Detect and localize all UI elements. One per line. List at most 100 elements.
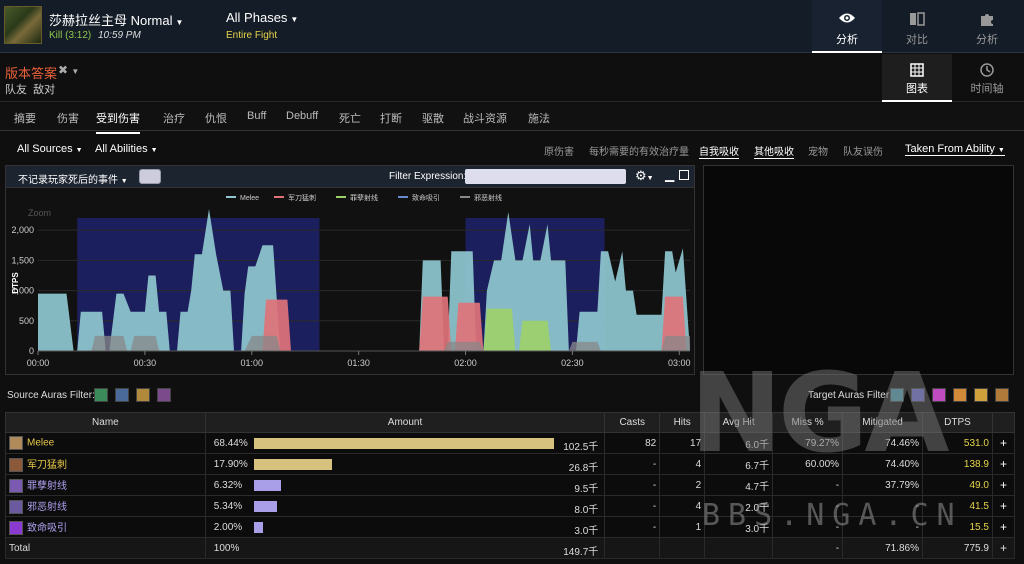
ignore-after-death-label: 不记录玩家死后的事件 — [18, 175, 118, 186]
kill-time: 10:59 PM — [98, 30, 141, 41]
legend-label: 军刀猛刺 — [288, 193, 316, 202]
row-hits: 1 — [659, 516, 706, 538]
option-friendly-fire[interactable]: 队友误伤 — [843, 143, 883, 158]
row-name[interactable]: 致命吸引 — [27, 523, 67, 534]
row-pct: 17.90% — [213, 459, 248, 470]
aura-icon[interactable] — [911, 388, 925, 402]
chevron-down-icon[interactable]: ▼ — [71, 67, 79, 76]
view-chart[interactable]: 图表 — [882, 54, 952, 102]
tab-debuffs[interactable]: Debuff — [286, 110, 318, 122]
row-name-cell[interactable]: 邪恶射线 — [5, 495, 206, 517]
gear-icon[interactable]: ⚙▼ — [635, 168, 654, 184]
table-row[interactable]: 罪孽射线 6.32% 9.5千 -2 4.7千 -37.79% 49.0 + — [5, 474, 1016, 496]
aura-icon[interactable] — [157, 388, 171, 402]
col-dtps[interactable]: DTPS — [922, 412, 993, 433]
expand-icon[interactable]: + — [991, 453, 1016, 475]
expand-icon[interactable]: + — [991, 516, 1016, 538]
tab-interrupts[interactable]: 打断 — [380, 110, 402, 126]
expand-icon[interactable]: + — [991, 495, 1016, 517]
aura-icon[interactable] — [995, 388, 1009, 402]
aura-icon[interactable] — [115, 388, 129, 402]
row-name[interactable]: 军刀猛刺 — [27, 460, 67, 471]
view-timeline[interactable]: 时间轴 — [952, 54, 1022, 102]
aura-icon[interactable] — [136, 388, 150, 402]
filter-hostile[interactable]: 敌对 — [33, 84, 55, 96]
row-amount-cell: 5.34% 8.0千 — [204, 495, 606, 517]
tab-healing[interactable]: 治疗 — [163, 110, 185, 126]
tab-resources[interactable]: 战斗资源 — [463, 110, 507, 126]
col-avg-hit[interactable]: Avg Hit — [704, 412, 774, 433]
view-chart-label: 图表 — [906, 83, 928, 95]
boss-selector[interactable]: 莎赫拉丝主母 Normal ▼ — [49, 10, 183, 29]
total-miss: - — [772, 537, 844, 559]
option-self-absorb[interactable]: 自我吸收 — [699, 143, 739, 159]
expand-icon[interactable]: + — [991, 537, 1016, 559]
filter-friendly[interactable]: 队友 — [5, 84, 27, 96]
tab-deaths[interactable]: 死亡 — [339, 110, 361, 126]
row-name-cell[interactable]: Melee — [5, 432, 206, 454]
minimize-icon[interactable]: ▁ — [665, 168, 674, 182]
dtps-chart[interactable]: Zoom05001,0001,5002,000DTPS00:00 00:30 01:… — [6, 188, 694, 375]
version-controls[interactable]: ✖ ▼ — [58, 63, 79, 77]
spell-icon — [9, 500, 23, 515]
ignore-after-death-dropdown[interactable]: 不记录玩家死后的事件 ▼ — [18, 171, 128, 186]
maximize-icon[interactable] — [679, 170, 689, 180]
col-name[interactable]: Name — [5, 412, 206, 433]
row-amount-cell: 6.32% 9.5千 — [204, 474, 606, 496]
filter-expression-input[interactable] — [465, 169, 626, 184]
abilities-dropdown[interactable]: All Abilities ▼ — [95, 143, 158, 155]
tab-buffs[interactable]: Buff — [247, 110, 266, 122]
aura-icon[interactable] — [953, 388, 967, 402]
row-name-cell[interactable]: 罪孽射线 — [5, 474, 206, 496]
table-row[interactable]: 致命吸引 2.00% 3.0千 -1 3.0千 - -15.5 + — [5, 516, 1016, 538]
version-label[interactable]: 版本答案 — [5, 63, 57, 82]
col-casts[interactable]: Casts — [604, 412, 661, 433]
y-tick-label: 2,000 — [11, 225, 34, 235]
tab-damage[interactable]: 伤害 — [57, 110, 79, 126]
row-dtps: 49.0 — [922, 474, 993, 496]
row-name-cell[interactable]: 致命吸引 — [5, 516, 206, 538]
table-row[interactable]: Melee 68.44% 102.5千 82 17 6.0千 79.27% 74.46% 531… — [5, 432, 1016, 454]
aura-icon[interactable] — [932, 388, 946, 402]
col-miss[interactable]: Miss % — [772, 412, 844, 433]
nav-analyze[interactable]: 分析 — [812, 0, 882, 53]
table-row[interactable]: 邪恶射线 5.34% 8.0千 -4 2.0千 - -41.5 + — [5, 495, 1016, 517]
row-miss: 60.00% — [772, 453, 844, 475]
col-mitigated[interactable]: Mitigated — [842, 412, 923, 433]
amount-bar — [253, 459, 333, 470]
sources-dropdown[interactable]: All Sources ▼ — [17, 143, 83, 155]
taken-from-dropdown[interactable]: Taken From Ability ▼ — [905, 143, 1005, 156]
row-casts: 82 — [604, 432, 661, 454]
row-name[interactable]: 邪恶射线 — [27, 502, 67, 513]
col-amount[interactable]: Amount — [204, 412, 606, 433]
aura-icon[interactable] — [94, 388, 108, 402]
row-amount-cell: 2.00% 3.0千 — [204, 516, 606, 538]
close-icon[interactable]: ✖ — [58, 63, 68, 77]
tab-dispels[interactable]: 驱散 — [422, 110, 444, 126]
option-raw-damage[interactable]: 原伤害 — [544, 143, 574, 158]
tab-threat[interactable]: 仇恨 — [205, 110, 227, 126]
row-avg-hit: 4.7千 — [704, 474, 774, 496]
tab-casts[interactable]: 施法 — [528, 110, 550, 126]
y-tick-label: 0 — [29, 346, 34, 356]
total-mitigated: 71.86% — [842, 537, 923, 559]
aura-icon[interactable] — [890, 388, 904, 402]
option-other-absorb[interactable]: 其他吸收 — [754, 143, 794, 159]
toggle-checkbox[interactable] — [139, 169, 161, 184]
col-hits[interactable]: Hits — [659, 412, 706, 433]
row-name[interactable]: 罪孽射线 — [27, 481, 67, 492]
tab-damage-taken[interactable]: 受到伤害 — [96, 110, 140, 134]
nav-compare[interactable]: 对比 — [882, 0, 952, 53]
option-effective-heal[interactable]: 每秒需要的有效治疗量 — [589, 143, 689, 158]
option-pets[interactable]: 宠物 — [808, 143, 828, 158]
expand-icon[interactable]: + — [991, 474, 1016, 496]
phase-selector[interactable]: All Phases ▼ — [226, 10, 298, 25]
row-name[interactable]: Melee — [27, 438, 54, 449]
nav-analyze-2[interactable]: 分析 — [952, 0, 1022, 53]
row-name-cell[interactable]: 军刀猛刺 — [5, 453, 206, 475]
expand-icon[interactable]: + — [991, 432, 1016, 454]
boss-portrait-icon[interactable] — [4, 6, 42, 44]
aura-icon[interactable] — [974, 388, 988, 402]
tab-summary[interactable]: 摘要 — [14, 110, 36, 126]
table-row[interactable]: 军刀猛刺 17.90% 26.8千 -4 6.7千 60.00% 74.40% 138.9 + — [5, 453, 1016, 475]
